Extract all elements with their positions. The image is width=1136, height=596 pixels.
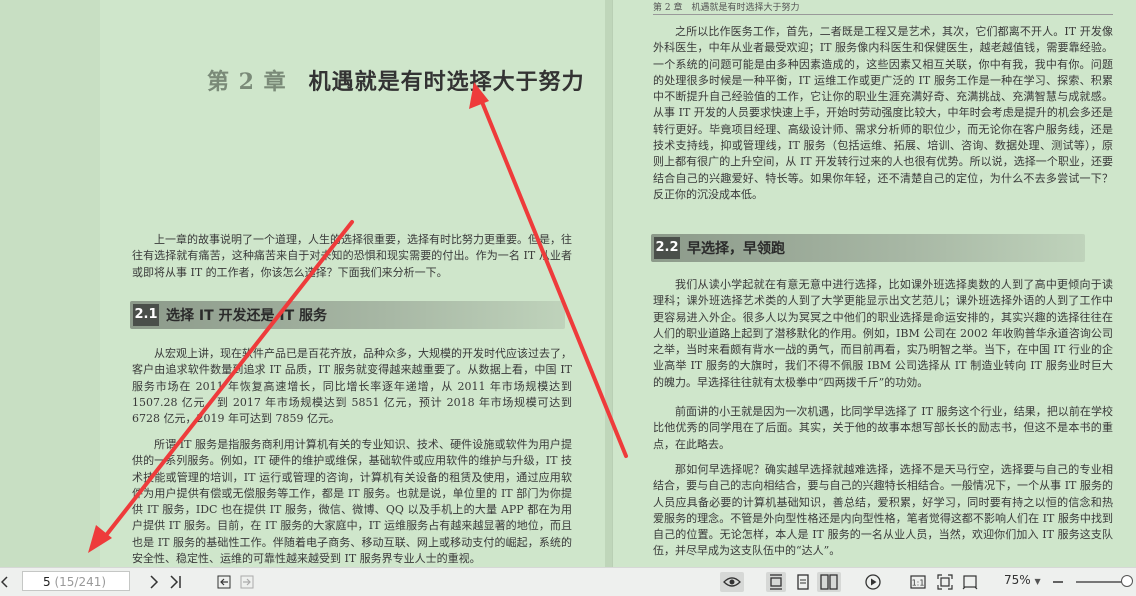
bottom-toolbar: 5 (15/241) 1:1 75% ▼: [0, 567, 1136, 596]
annotation-arrows: [88, 82, 628, 553]
page-current: 5: [43, 575, 51, 589]
play-button[interactable]: [863, 572, 883, 592]
eye-care-button[interactable]: [720, 572, 744, 592]
forward-arrow-icon: [240, 575, 254, 589]
svg-text:1:1: 1:1: [912, 579, 925, 588]
zoom-dropdown[interactable]: 75% ▼: [1004, 573, 1041, 587]
next-page-button[interactable]: [144, 572, 164, 592]
fit-width-button[interactable]: [960, 572, 980, 592]
arrow-to-chapter-title: [469, 82, 628, 458]
eye-icon: [723, 577, 741, 587]
play-icon: [865, 574, 881, 590]
document-viewport[interactable]: 第 2 章机遇就是有时选择大于努力 上一章的故事说明了一个道理，人生的选择很重要…: [0, 0, 1136, 567]
actual-size-icon: 1:1: [910, 575, 926, 589]
fit-width-icon: [962, 575, 978, 590]
fit-page-button[interactable]: [935, 572, 955, 592]
last-page-icon: [170, 575, 181, 589]
prev-page-icon[interactable]: [0, 573, 10, 591]
chevron-down-icon: ▼: [1034, 577, 1041, 586]
back-button[interactable]: [214, 572, 234, 592]
actual-size-button[interactable]: 1:1: [908, 572, 928, 592]
chevron-right-icon: [150, 575, 159, 589]
continuous-page-icon: [770, 574, 782, 590]
minus-icon: [1053, 581, 1063, 583]
continuous-view-button[interactable]: [766, 572, 786, 592]
page-number-input[interactable]: 5 (15/241): [22, 571, 130, 591]
zoom-value: 75%: [1004, 573, 1031, 587]
single-page-button[interactable]: [793, 572, 813, 592]
single-page-icon: [797, 574, 809, 590]
zoom-out-button[interactable]: [1048, 572, 1068, 592]
page-total: (15/241): [50, 575, 107, 589]
arrow-to-page-box: [88, 220, 354, 553]
last-page-button[interactable]: [166, 572, 186, 592]
two-page-button[interactable]: [817, 572, 841, 592]
back-arrow-icon: [217, 575, 231, 589]
forward-button[interactable]: [237, 572, 257, 592]
fit-page-icon: [937, 574, 953, 590]
zoom-slider-handle[interactable]: [1121, 575, 1133, 587]
two-page-icon: [820, 574, 838, 590]
